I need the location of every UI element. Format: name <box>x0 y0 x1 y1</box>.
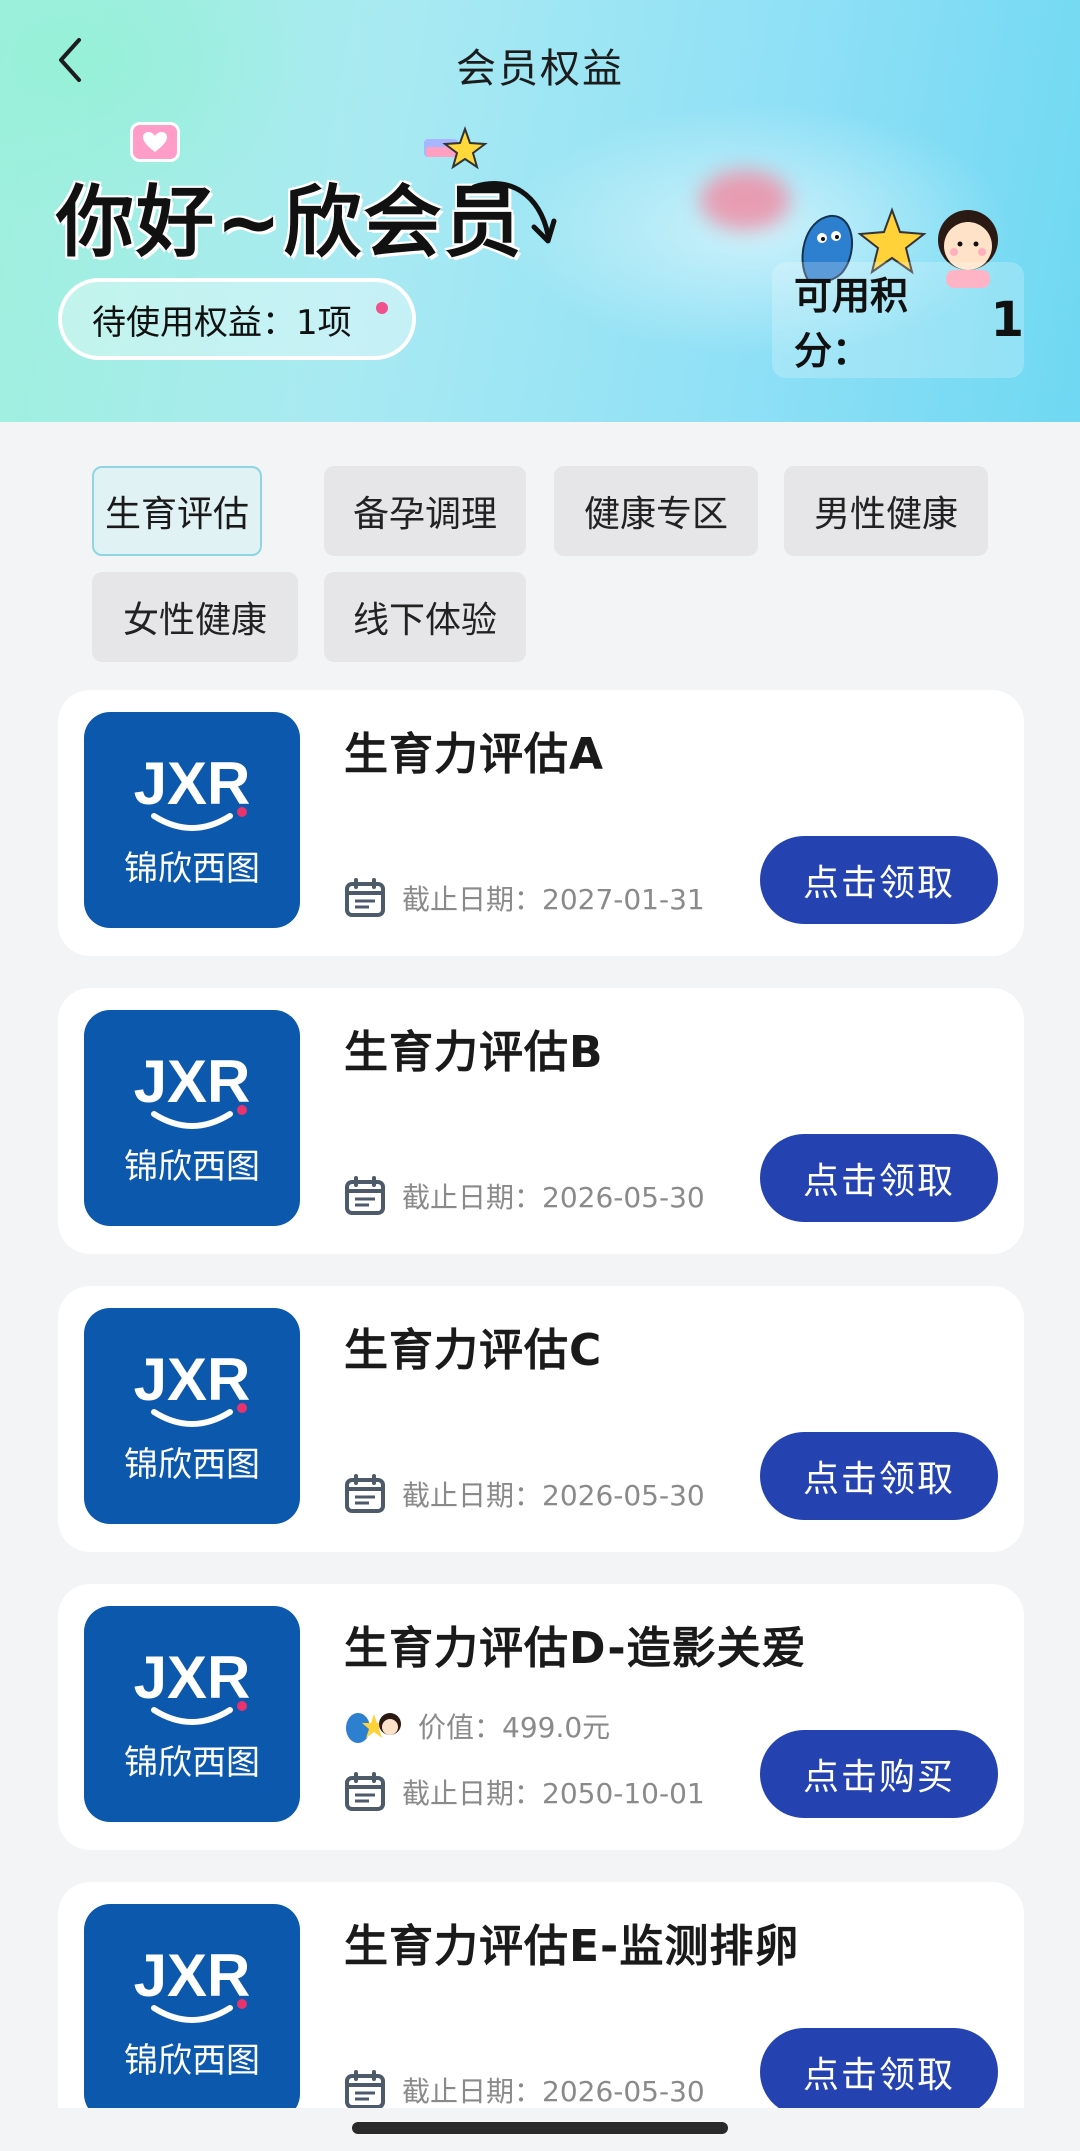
deadline-row: 截止日期：2026-05-30 <box>344 2070 705 2108</box>
logo-name: 锦欣西图 <box>124 849 260 889</box>
value-row: 价值：499.0元 <box>344 1706 610 1746</box>
mascot-value-icon <box>344 1706 402 1746</box>
logo-name: 锦欣西图 <box>124 1445 260 1485</box>
deadline-text: 截止日期：2027-01-31 <box>402 883 705 916</box>
benefit-card: JXR 锦欣西图 生育力评估E-监测排卵 截止日期：2026-05-30 点击领… <box>58 1882 1024 2108</box>
logo-name: 锦欣西图 <box>124 1743 260 1783</box>
claim-button[interactable]: 点击领取 <box>760 1134 998 1222</box>
benefit-card: JXR 锦欣西图 生育力评估D-造影关爱 价值：499.0元 截止日期：2050… <box>58 1584 1024 1850</box>
claim-button[interactable]: 点击领取 <box>760 836 998 924</box>
deadline-row: 截止日期：2027-01-31 <box>344 878 705 918</box>
points-label: 可用积分： <box>794 274 909 373</box>
card-title: 生育力评估D-造影关爱 <box>344 1623 807 1674</box>
clinic-logo: JXR 锦欣西图 <box>84 1904 300 2108</box>
deadline-text: 截止日期：2026-05-30 <box>402 1181 705 1214</box>
logo-mark: JXR <box>134 1346 251 1413</box>
clinic-logo: JXR 锦欣西图 <box>84 1010 300 1226</box>
claim-button[interactable]: 点击领取 <box>760 1432 998 1520</box>
page-title: 会员权益 <box>456 46 624 92</box>
calendar-icon <box>344 1176 386 1216</box>
clinic-logo: JXR 锦欣西图 <box>84 1308 300 1524</box>
card-title: 生育力评估A <box>344 729 605 780</box>
card-title: 生育力评估B <box>344 1027 604 1078</box>
card-title: 生育力评估E-监测排卵 <box>344 1921 800 1972</box>
deadline-text: 截止日期：2026-05-30 <box>402 2075 705 2108</box>
tab-health-zone[interactable]: 健康专区 <box>554 466 758 556</box>
clinic-logo: JXR 锦欣西图 <box>84 1606 300 1822</box>
tab-male-health[interactable]: 男性健康 <box>784 466 988 556</box>
deadline-row: 截止日期：2026-05-30 <box>344 1176 705 1216</box>
benefit-card: JXR 锦欣西图 生育力评估C 截止日期：2026-05-30 点击领取 <box>58 1286 1024 1552</box>
deadline-row: 截止日期：2026-05-30 <box>344 1474 705 1514</box>
logo-name: 锦欣西图 <box>124 1147 260 1187</box>
heart-badge-icon <box>130 122 180 162</box>
calendar-icon <box>344 878 386 918</box>
curved-arrow-icon <box>471 181 557 244</box>
pending-benefits-pill[interactable]: 待使用权益：1项 <box>58 278 416 360</box>
card-title: 生育力评估C <box>344 1325 603 1376</box>
benefit-card: JXR 锦欣西图 生育力评估A 截止日期：2027-01-31 点击领取 <box>58 690 1024 956</box>
calendar-icon <box>344 1772 386 1812</box>
buy-button[interactable]: 点击购买 <box>760 1730 998 1818</box>
member-header: 会员权益 你好~欣会员 待使用权益：1项 可用积分： 1 <box>0 0 1080 422</box>
calendar-icon <box>344 2070 386 2108</box>
logo-mark: JXR <box>134 1644 251 1711</box>
claim-button[interactable]: 点击领取 <box>760 2028 998 2108</box>
tab-offline-experience[interactable]: 线下体验 <box>324 572 526 662</box>
tab-fertility-assessment[interactable]: 生育评估 <box>92 466 262 556</box>
tab-female-health[interactable]: 女性健康 <box>92 572 298 662</box>
logo-name: 锦欣西图 <box>124 2041 260 2081</box>
logo-mark: JXR <box>134 750 251 817</box>
pending-benefits-text: 待使用权益：1项 <box>92 302 352 343</box>
calendar-icon <box>344 1474 386 1514</box>
value-text: 价值：499.0元 <box>418 1711 611 1744</box>
points-value: 1 <box>990 292 1024 348</box>
deadline-text: 截止日期：2026-05-30 <box>402 1479 705 1512</box>
blurred-decoration <box>700 170 790 230</box>
logo-mark: JXR <box>134 1942 251 2009</box>
deadline-row: 截止日期：2050-10-01 <box>344 1772 705 1812</box>
benefit-card: JXR 锦欣西图 生育力评估B 截止日期：2026-05-30 点击领取 <box>58 988 1024 1254</box>
logo-mark: JXR <box>134 1048 251 1115</box>
deadline-text: 截止日期：2050-10-01 <box>402 1777 705 1810</box>
notification-dot <box>376 302 388 314</box>
home-indicator[interactable] <box>352 2122 728 2134</box>
clinic-logo: JXR 锦欣西图 <box>84 712 300 928</box>
available-points-box[interactable]: 可用积分： 1 <box>772 262 1024 378</box>
tab-pregnancy-prep[interactable]: 备孕调理 <box>324 466 526 556</box>
